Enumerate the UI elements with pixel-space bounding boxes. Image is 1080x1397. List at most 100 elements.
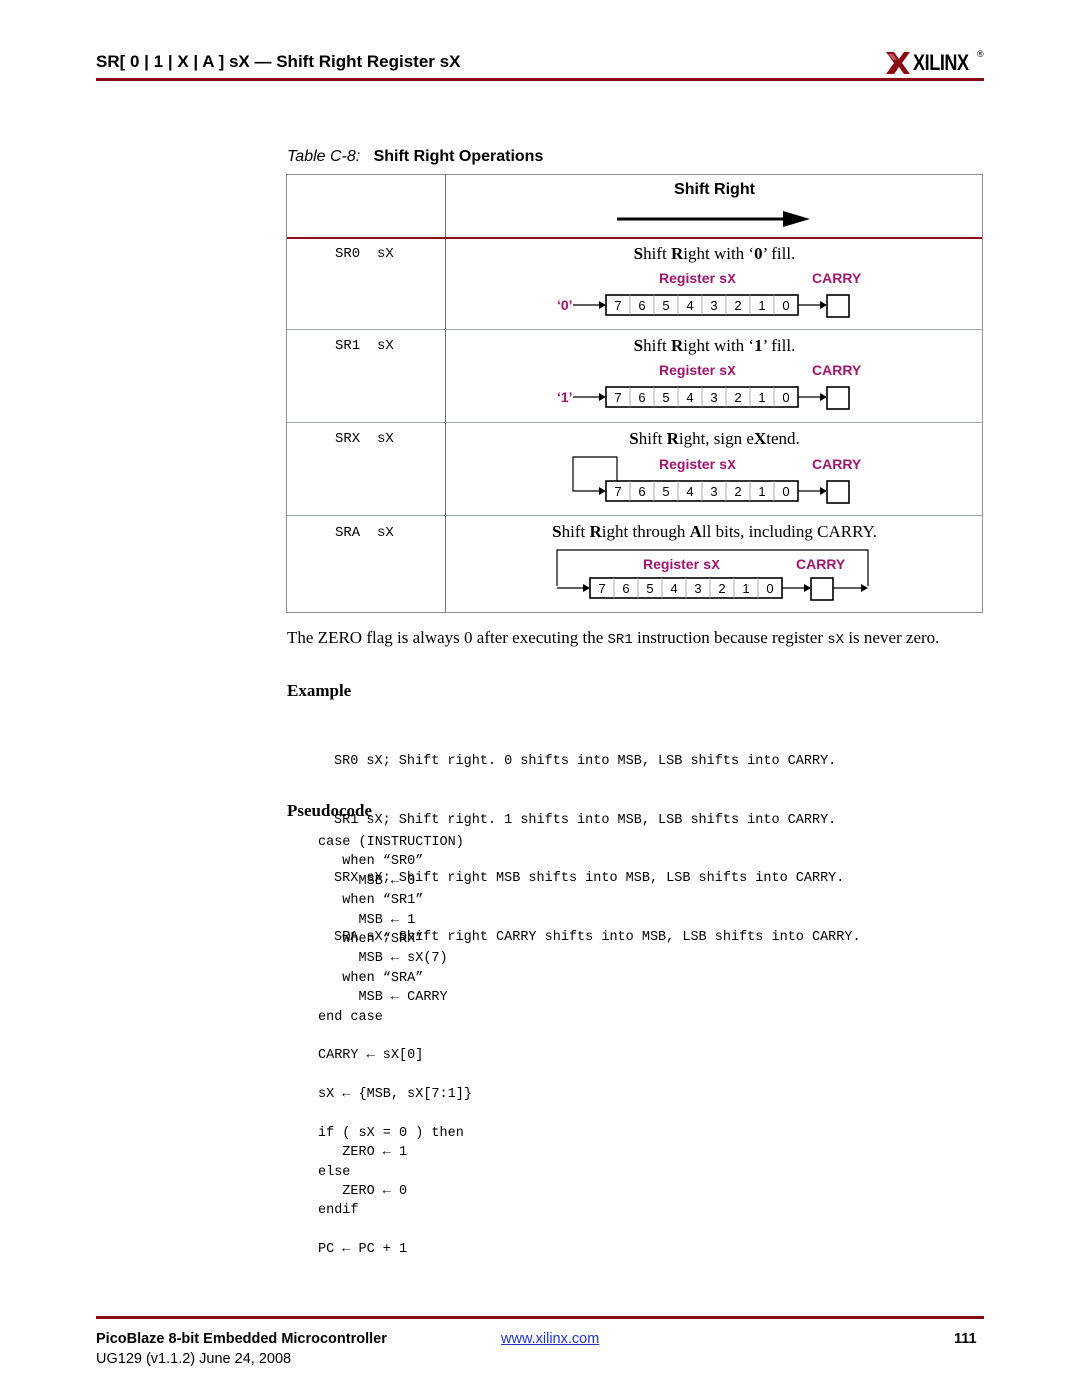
pseudocode-heading: Pseudocode <box>287 801 372 820</box>
header-rule <box>96 78 984 81</box>
pseudocode-line <box>318 1027 472 1046</box>
bit-cell-7: 7 <box>614 298 621 313</box>
pseudocode-line: endif <box>318 1203 359 1219</box>
diagram-sra: Register sX CARRY 7 6 5 4 3 2 1 0 <box>556 549 869 601</box>
bit-cell-6: 6 <box>638 484 645 499</box>
pseudocode-line: when “SRA” <box>318 970 424 986</box>
shift-right-table: Shift Right SR0 sX Shift Right with ‘0’ … <box>286 174 983 613</box>
register-label: Register sX <box>643 556 720 574</box>
xilinx-logo: XILINX ® <box>885 49 984 77</box>
table-caption-label: Table C-8: <box>287 148 361 165</box>
pseudocode-line: ZERO ← 0 <box>318 1184 408 1200</box>
page-number: 111 <box>954 1331 977 1347</box>
bit-cell-5: 5 <box>662 298 669 313</box>
example-line: SR1 sX; Shift right. 1 shifts into MSB, … <box>334 812 837 828</box>
pseudocode-line: if ( sX = 0 ) then <box>318 1125 464 1141</box>
description-sra: Shift Right through All bits, including … <box>552 522 877 541</box>
pseudocode-line: when “SRX” <box>318 931 424 947</box>
fill-input-label: ‘0’ <box>557 297 573 313</box>
footer-document-version: UG129 (v1.1.2) June 24, 2008 <box>96 1351 292 1367</box>
bit-cell-3: 3 <box>710 390 717 405</box>
pseudocode-line: MSB ← 1 <box>318 912 416 928</box>
pseudocode-block: case (INSTRUCTION) when “SR0” MSB ← 0 wh… <box>318 833 472 1260</box>
zero-flag-note: The ZERO flag is always 0 after executin… <box>287 628 940 648</box>
bit-cell-6: 6 <box>638 298 645 313</box>
pseudocode-line: case (INSTRUCTION) <box>318 835 464 850</box>
diagram-sr1: Register sX CARRY ‘1’ 7 6 5 4 3 2 1 0 <box>557 362 862 410</box>
bit-cell-5: 5 <box>662 390 669 405</box>
bit-cell-0: 0 <box>782 390 789 405</box>
diagram-sr0: Register sX CARRY ‘0’ 7 6 5 4 3 2 1 0 <box>557 270 862 318</box>
instruction-sra: SRA sX <box>335 525 394 541</box>
register-bits: 7 6 5 4 3 2 1 0 <box>589 577 783 599</box>
description-srx: Shift Right, sign eXtend. <box>629 429 800 448</box>
register-label: Register sX <box>659 362 736 380</box>
description-sr0: Shift Right with ‘0’ fill. <box>633 244 796 263</box>
bit-cell-0: 0 <box>782 298 789 313</box>
pseudocode-line: MSB ← CARRY <box>318 990 448 1006</box>
fill-input-label: ‘1’ <box>557 389 573 405</box>
bit-cell-1: 1 <box>758 484 765 499</box>
carry-label: CARRY <box>812 456 862 472</box>
carry-box <box>826 386 850 410</box>
carry-box <box>826 294 850 318</box>
bit-cell-4: 4 <box>686 484 693 499</box>
bit-cell-7: 7 <box>598 581 605 596</box>
bit-cell-4: 4 <box>686 298 693 313</box>
bit-cell-1: 1 <box>742 581 749 596</box>
pseudocode-line: MSB ← sX(7) <box>318 951 448 967</box>
pseudocode-line: when “SR0” <box>318 854 424 870</box>
bit-cell-5: 5 <box>662 484 669 499</box>
footer-rule <box>96 1316 984 1319</box>
bit-cell-7: 7 <box>614 484 621 499</box>
column-divider <box>445 175 446 612</box>
pseudocode-line <box>318 1104 472 1123</box>
bit-cell-7: 7 <box>614 390 621 405</box>
pseudocode-line <box>318 1221 472 1240</box>
instruction-sr1: SR1 sX <box>335 338 394 354</box>
bit-cell-0: 0 <box>782 484 789 499</box>
instruction-sr0: SR0 sX <box>335 246 394 262</box>
example-line: SR0 sX; Shift right. 0 shifts into MSB, … <box>334 754 837 769</box>
xilinx-logo-icon <box>886 52 910 74</box>
pseudocode-line: ZERO ← 1 <box>318 1145 408 1161</box>
bit-cell-4: 4 <box>670 581 677 596</box>
carry-label: CARRY <box>796 556 846 572</box>
bit-cell-2: 2 <box>734 390 741 405</box>
bit-cell-2: 2 <box>734 298 741 313</box>
bit-cell-1: 1 <box>758 390 765 405</box>
pseudocode-line <box>318 1066 472 1085</box>
bit-cell-4: 4 <box>686 390 693 405</box>
logo-wordmark: XILINX <box>913 50 969 75</box>
bit-cell-0: 0 <box>766 581 773 596</box>
instruction-srx: SRX sX <box>335 431 394 447</box>
registered-mark: ® <box>977 49 984 59</box>
register-label: Register sX <box>659 270 736 288</box>
register-label: Register sX <box>659 456 736 474</box>
bit-cell-3: 3 <box>710 298 717 313</box>
footer-website-link[interactable]: www.xilinx.com <box>501 1331 599 1347</box>
pseudocode-line: end case <box>318 1009 383 1025</box>
pseudocode-line: else <box>318 1164 351 1180</box>
row-divider <box>287 422 982 423</box>
row-divider <box>287 329 982 330</box>
carry-label: CARRY <box>812 270 862 286</box>
pseudocode-line: sX ← {MSB, sX[7:1]} <box>318 1087 472 1103</box>
bit-cell-2: 2 <box>718 581 725 596</box>
description-sr1: Shift Right with ‘1’ fill. <box>633 336 796 355</box>
carry-box <box>810 577 834 601</box>
header-divider <box>287 237 982 239</box>
bit-cell-1: 1 <box>758 298 765 313</box>
example-heading: Example <box>287 681 352 700</box>
bit-cell-2: 2 <box>734 484 741 499</box>
right-arrow-icon <box>617 211 810 227</box>
pseudocode-line: CARRY ← sX[0] <box>318 1048 424 1064</box>
column-header-shift-right: Shift Right <box>674 181 755 198</box>
row-divider <box>287 515 982 516</box>
bit-cell-6: 6 <box>622 581 629 596</box>
pseudocode-line: PC ← PC + 1 <box>318 1242 408 1258</box>
carry-label: CARRY <box>812 362 862 378</box>
bit-cell-6: 6 <box>638 390 645 405</box>
bit-cell-3: 3 <box>710 484 717 499</box>
footer-document-title: PicoBlaze 8-bit Embedded Microcontroller <box>96 1331 387 1347</box>
